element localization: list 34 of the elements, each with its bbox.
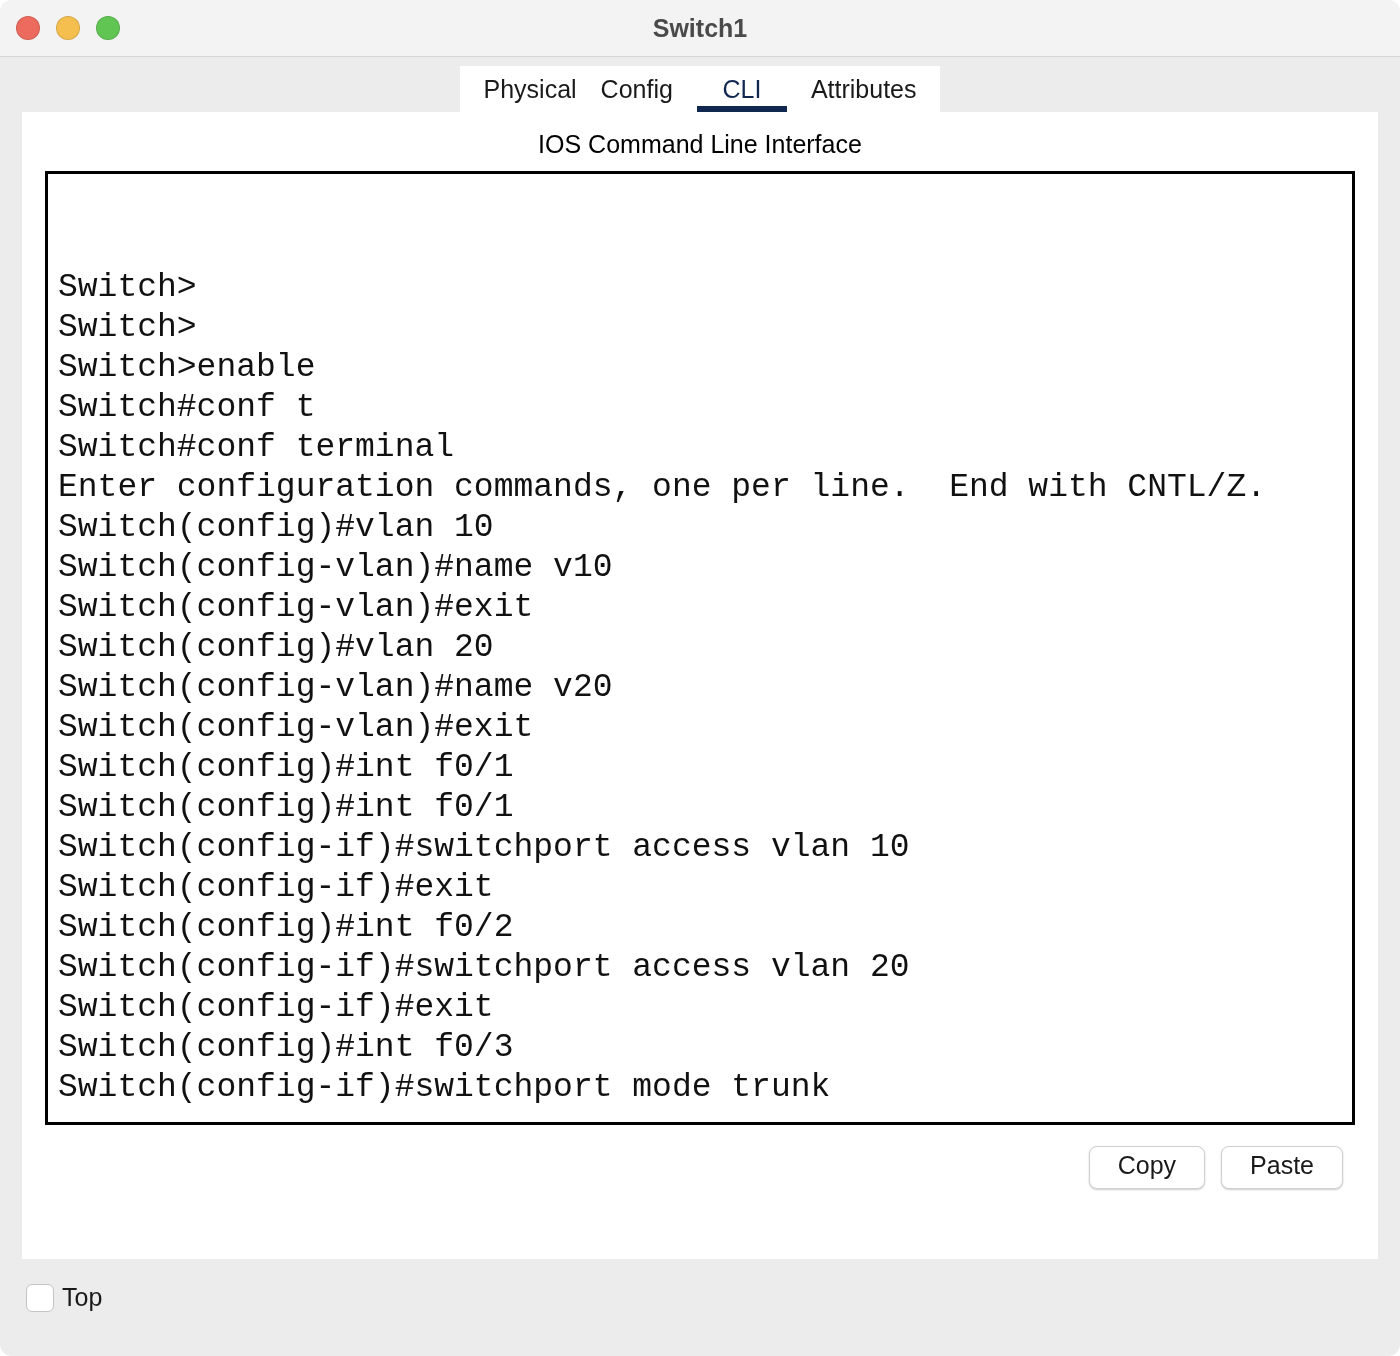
terminal-line: Switch(config-if)#exit <box>58 988 495 1028</box>
panel-heading: IOS Command Line Interface <box>538 130 862 159</box>
checkbox-label: Top <box>62 1283 103 1312</box>
terminal[interactable] <box>45 171 1355 1125</box>
terminal-line: Switch(config)#int f0/1 <box>58 788 515 828</box>
terminal-line: Switch(config)#vlan 20 <box>58 628 495 668</box>
terminal-line: Switch(config)#vlan 10 <box>58 508 495 548</box>
terminal-line: Switch(config-if)#switchport access vlan 10 <box>58 828 911 868</box>
checkbox[interactable] <box>26 1283 54 1312</box>
tab[interactable]: Config <box>600 66 673 112</box>
minimize-icon[interactable] <box>56 16 80 40</box>
terminal-line: Switch> <box>58 308 198 348</box>
close-icon[interactable] <box>16 16 40 40</box>
terminal-line: Switch(config-vlan)#exit <box>58 708 535 748</box>
terminal-line: Switch(config-if)#switchport mode trunk <box>58 1068 832 1108</box>
terminal-line: Switch(config-if)#switchport access vlan 20 <box>58 948 911 988</box>
terminal-line: Switch>enable <box>58 348 317 388</box>
window-title: Switch1 <box>652 13 748 43</box>
terminal-line: Switch#conf terminal <box>58 428 456 468</box>
terminal-line: Switch(config)#int f0/3 <box>58 1028 515 1068</box>
copy-button[interactable]: Copy <box>1088 1146 1206 1189</box>
tab[interactable]: Physical <box>483 66 577 112</box>
terminal-line: Switch> <box>58 268 198 308</box>
maximize-icon[interactable] <box>96 16 120 40</box>
terminal-line: Switch(config-if)#exit <box>58 868 495 908</box>
terminal-line: Switch(config)#int f0/1 <box>58 748 515 788</box>
paste-button[interactable]: Paste <box>1221 1146 1343 1189</box>
terminal-line: Switch(config-vlan)#name v20 <box>58 668 614 708</box>
terminal-line: Enter configuration commands, one per line. End with CNTL/Z. <box>58 468 1267 508</box>
terminal-line: Switch(config-vlan)#exit <box>58 588 535 628</box>
terminal-line: Switch(config-vlan)#name v10 <box>58 548 614 588</box>
tab[interactable]: Attributes <box>810 66 917 112</box>
terminal-line: Switch#conf t <box>58 388 317 428</box>
terminal-line: Switch(config)#int f0/2 <box>58 908 515 948</box>
